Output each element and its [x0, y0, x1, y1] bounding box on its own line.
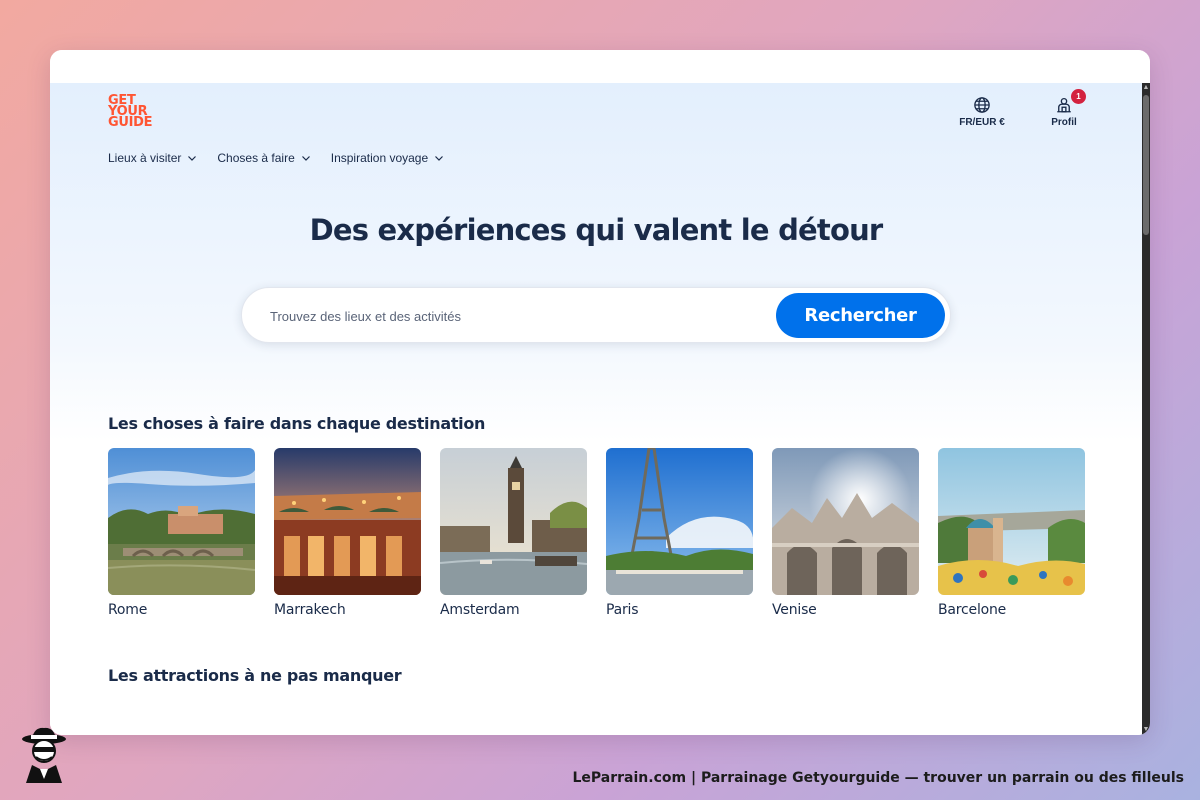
scrollbar-thumb[interactable]: [1143, 95, 1149, 235]
attractions-section-title: Les attractions à ne pas manquer: [108, 666, 402, 685]
globe-icon: [974, 97, 990, 113]
destination-image-venise: [772, 448, 919, 595]
chevron-down-icon: [301, 156, 310, 161]
destination-image-marrakech: [274, 448, 421, 595]
page-scrollbar[interactable]: ▲ ▼: [1142, 83, 1150, 735]
nav-item-choses-a-faire[interactable]: Choses à faire: [217, 151, 310, 165]
destination-card-rome[interactable]: Rome: [108, 448, 255, 618]
logo-line-3: GUIDE: [108, 115, 153, 130]
main-nav: Lieux à visiter Choses à faire Inspirati…: [108, 151, 444, 165]
destination-card-barcelone[interactable]: Barcelone: [938, 448, 1085, 618]
destinations-list: Rome Marrakech Amsterdam Paris Venise Ba…: [108, 448, 1085, 618]
destination-name: Rome: [108, 602, 148, 618]
search-bar: Rechercher: [241, 287, 951, 343]
scroll-down-arrow-icon[interactable]: ▼: [1142, 725, 1150, 735]
getyourguide-logo[interactable]: GET YOUR GUIDE: [108, 94, 158, 130]
nav-item-inspiration-voyage[interactable]: Inspiration voyage: [331, 151, 444, 165]
profile-icon: [1057, 97, 1071, 113]
language-currency-button[interactable]: FR/EUR €: [952, 96, 1012, 128]
chevron-down-icon: [188, 156, 197, 161]
nav-item-label: Inspiration voyage: [330, 151, 429, 165]
nav-item-lieux-a-visiter[interactable]: Lieux à visiter: [108, 151, 197, 165]
destination-image-amsterdam: [440, 448, 587, 595]
destination-name: Venise: [772, 602, 817, 618]
nav-item-label: Lieux à visiter: [108, 151, 182, 165]
page-viewport: GET YOUR GUIDE FR/EUR € 1 Profil Lieux à…: [50, 83, 1142, 735]
destination-image-barcelone: [938, 448, 1085, 595]
header-actions: FR/EUR € 1 Profil: [952, 89, 1094, 128]
language-currency-label: FR/EUR €: [959, 117, 1005, 128]
destinations-section-title: Les choses à faire dans chaque destinati…: [108, 414, 486, 433]
profile-notification-badge: 1: [1071, 89, 1086, 104]
search-input[interactable]: [270, 302, 750, 330]
destination-card-amsterdam[interactable]: Amsterdam: [440, 448, 587, 618]
browser-window: GET YOUR GUIDE FR/EUR € 1 Profil Lieux à…: [50, 50, 1150, 735]
destination-card-paris[interactable]: Paris: [606, 448, 753, 618]
destination-name: Marrakech: [274, 602, 346, 618]
profile-label: Profil: [1051, 117, 1077, 128]
mascot-logo-icon: [22, 727, 66, 783]
destination-name: Amsterdam: [440, 602, 520, 618]
footer-caption: LeParrain.com | Parrainage Getyourguide …: [572, 770, 1185, 786]
destination-name: Barcelone: [938, 602, 1007, 618]
destination-card-venise[interactable]: Venise: [772, 448, 919, 618]
scroll-up-arrow-icon[interactable]: ▲: [1142, 83, 1150, 93]
hero-title: Des expériences qui valent le détour: [309, 213, 884, 247]
search-button[interactable]: Rechercher: [776, 293, 945, 338]
destination-card-marrakech[interactable]: Marrakech: [274, 448, 421, 618]
destination-image-paris: [606, 448, 753, 595]
chevron-down-icon: [435, 156, 444, 161]
destination-name: Paris: [606, 602, 639, 618]
destination-image-rome: [108, 448, 255, 595]
profile-button[interactable]: 1 Profil: [1034, 89, 1094, 128]
window-top-bar: [50, 50, 1150, 83]
nav-item-label: Choses à faire: [217, 151, 295, 165]
